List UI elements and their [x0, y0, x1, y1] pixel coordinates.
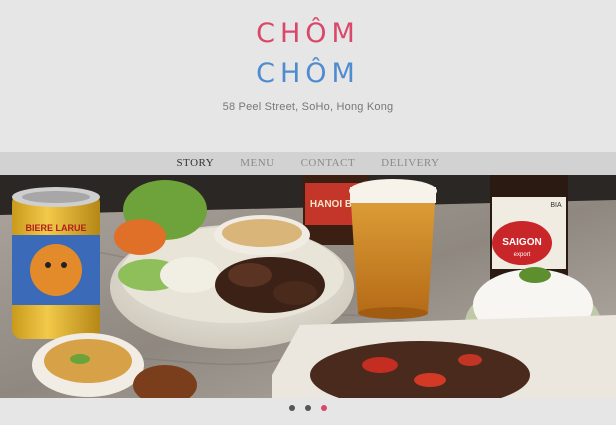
hero-food-photo: BIERE LARUE HANOI BIA SAIGON export BIA [0, 175, 616, 398]
address-text: 58 Peel Street, SoHo, Hong Kong [222, 101, 394, 113]
beer-can-larue: BIERE LARUE [12, 187, 100, 339]
nav-item-menu[interactable]: MENU [227, 152, 287, 175]
beer-glass [349, 179, 437, 319]
svg-text:BIA: BIA [550, 202, 562, 209]
soup-bowl [32, 333, 144, 397]
logo-line-1[interactable]: CHÔM [0, 18, 616, 49]
nav-item-contact[interactable]: CONTACT [288, 152, 369, 175]
nav-item-delivery[interactable]: DELIVERY [368, 152, 452, 175]
stir-fry-plate [272, 315, 616, 398]
carousel-footer [0, 398, 616, 425]
main-nav: STORY MENU CONTACT DELIVERY [0, 152, 616, 175]
svg-text:export: export [514, 252, 531, 258]
carousel-dot-1[interactable] [289, 405, 295, 411]
svg-text:BIERE LARUE: BIERE LARUE [25, 223, 86, 233]
carousel-dots [0, 405, 616, 411]
site-header: CHÔM CHÔM 58 Peel Street, SoHo, Hong Kon… [0, 0, 616, 152]
logo-line-2[interactable]: CHÔM [0, 58, 616, 89]
svg-text:SAIGON: SAIGON [502, 237, 541, 248]
carousel-dot-2[interactable] [305, 405, 311, 411]
nav-item-story[interactable]: STORY [163, 152, 227, 175]
carousel-dot-3[interactable] [321, 405, 327, 411]
beer-bottle-saigon: SAIGON export BIA [490, 175, 568, 283]
dipping-sauce-bowl [214, 215, 310, 255]
